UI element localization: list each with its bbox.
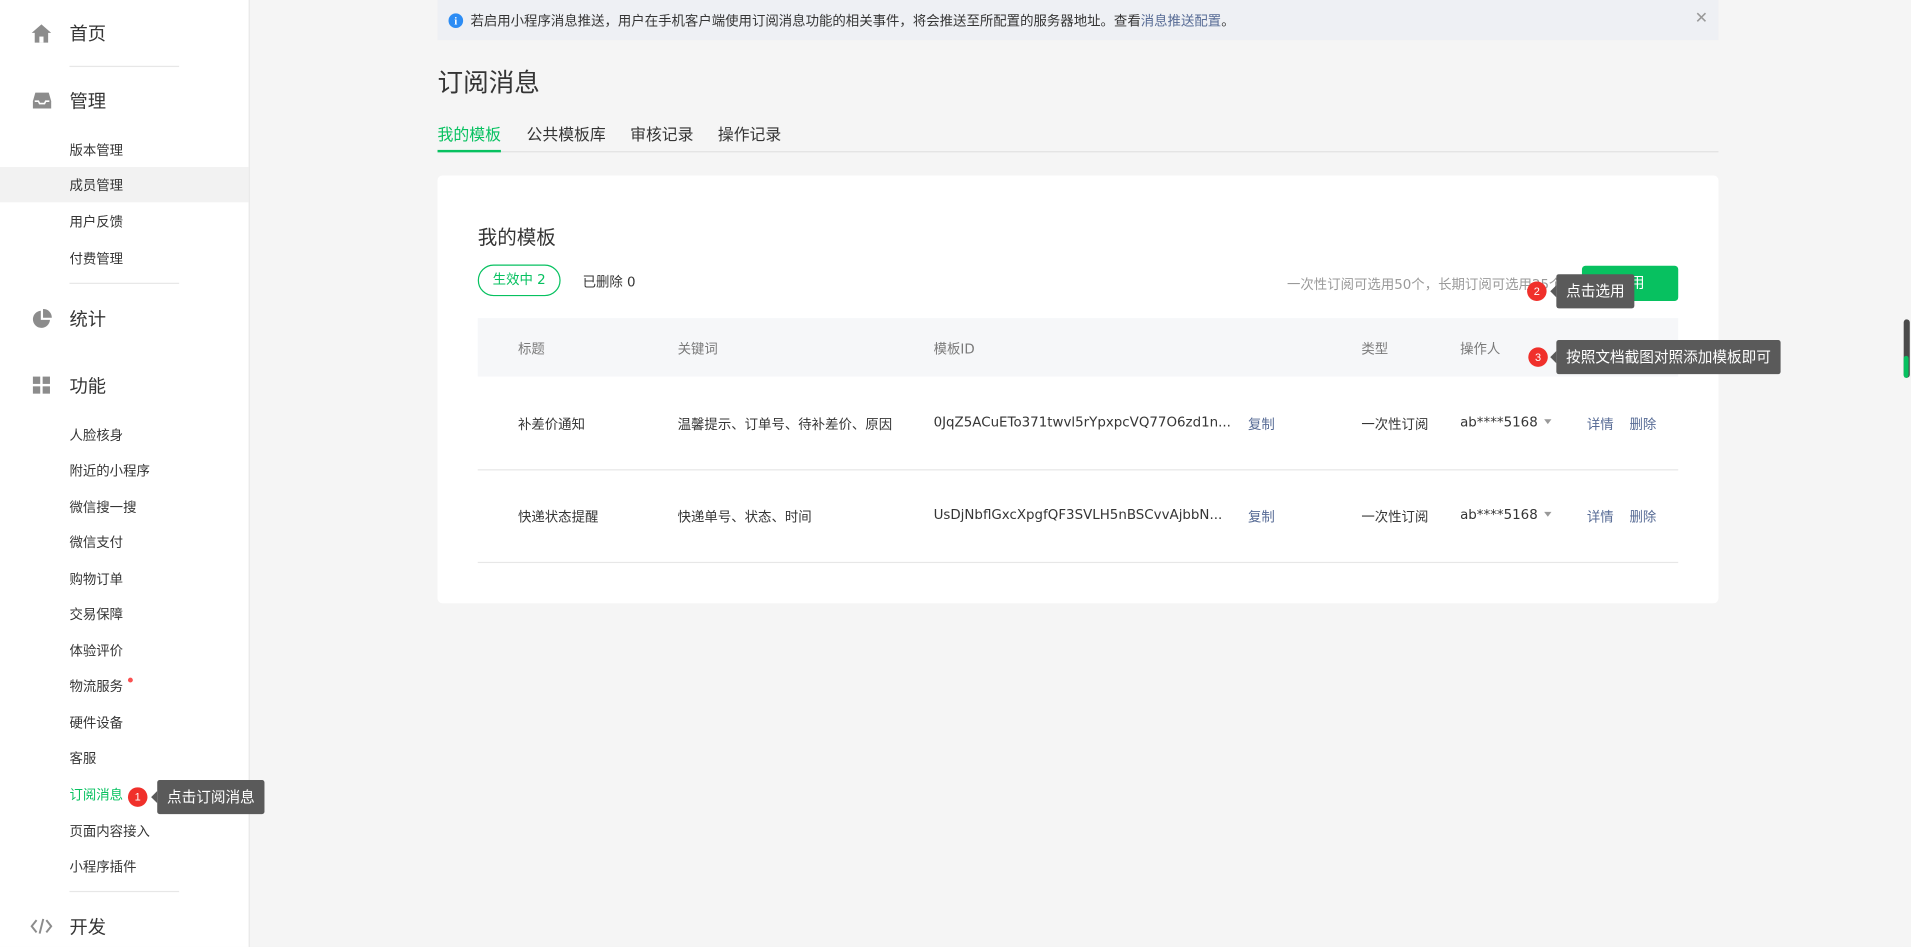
tab-public-library[interactable]: 公共模板库: [527, 122, 606, 152]
operator-name: ab****5168: [1460, 507, 1538, 523]
divider: [69, 65, 180, 68]
page-title: 订阅消息: [437, 68, 540, 98]
quota-text: 一次性订阅可选用50个，长期订阅可选用25个: [1287, 276, 1563, 293]
sidebar-item-pay[interactable]: 微信支付: [0, 524, 249, 559]
column-header: 操作人: [1460, 341, 1501, 358]
pie-chart-icon: [30, 307, 52, 329]
callout-tooltip-1: 点击订阅消息: [151, 780, 265, 815]
delete-link[interactable]: 删除: [1629, 414, 1656, 434]
cell-type: 一次性订阅: [1361, 509, 1429, 526]
sidebar-item-trade-guarantee[interactable]: 交易保障: [0, 596, 249, 631]
sidebar-item-experience-review[interactable]: 体验评价: [0, 633, 249, 668]
cell-title: 补差价通知: [517, 416, 585, 433]
tooltip-arrow: [151, 790, 158, 804]
sidebar-item-nearby[interactable]: 附近的小程序: [0, 452, 249, 487]
nav-group-label: 统计: [69, 307, 107, 330]
callout-number-2: 2: [1527, 281, 1547, 302]
nav-group-manage[interactable]: 管理: [0, 82, 250, 119]
callout-number-1: 1: [127, 787, 148, 807]
cell-title: 快递状态提醒: [517, 509, 599, 526]
copy-link[interactable]: 复制: [1248, 507, 1275, 527]
sidebar-item-page-content[interactable]: 页面内容接入: [0, 813, 249, 848]
scrollbar-track[interactable]: [1902, 0, 1911, 947]
nav-group-label: 管理: [69, 89, 107, 112]
card-title: 我的模板: [477, 225, 556, 249]
sidebar-item-billing[interactable]: 付费管理: [0, 240, 249, 275]
detail-link[interactable]: 详情: [1587, 507, 1614, 527]
notice-text: 若启用小程序消息推送，用户在手机客户端使用订阅消息功能的相关事件，将会推送至所配…: [470, 12, 1141, 29]
notice-end: 。: [1221, 12, 1235, 29]
notice-bar: i 若启用小程序消息推送，用户在手机客户端使用订阅消息功能的相关事件，将会推送至…: [437, 0, 1719, 41]
nav-group-stats[interactable]: 统计: [0, 300, 250, 337]
sidebar-item-customer-service[interactable]: 客服: [0, 740, 249, 775]
caret-down-icon: [1543, 511, 1552, 517]
tab-operation-records[interactable]: 操作记录: [718, 122, 781, 152]
new-dot-icon: [127, 677, 133, 682]
templates-card: 我的模板 生效中 2 已删除 0 一次性订阅可选用50个，长期订阅可选用25个 …: [437, 175, 1719, 604]
filter-deleted[interactable]: 已删除 0: [583, 272, 636, 292]
table-row: 快递状态提醒 快递单号、状态、时间 UsDjNbflGxcXpgfQF3SVLH…: [477, 470, 1679, 564]
sidebar-item-feedback[interactable]: 用户反馈: [0, 204, 249, 239]
nav-group-label: 功能: [69, 374, 107, 397]
sidebar-item-hardware[interactable]: 硬件设备: [0, 704, 249, 739]
inbox-icon: [30, 89, 52, 111]
tooltip-arrow: [1550, 285, 1557, 298]
sidebar-item-search[interactable]: 微信搜一搜: [0, 489, 249, 524]
nav-group-dev[interactable]: 开发: [0, 908, 250, 945]
nav-group-label: 首页: [69, 22, 107, 45]
cell-template-id: UsDjNbflGxcXpgfQF3SVLH5nBSCvvAjbbN...: [933, 507, 1223, 523]
sidebar-item-orders[interactable]: 购物订单: [0, 561, 249, 596]
tab-review-records[interactable]: 审核记录: [630, 122, 693, 152]
column-header: 类型: [1361, 341, 1389, 358]
app-window: 首页 管理 版本管理 成员管理 用户反馈 付费管理 统计 功能 人脸核身 附近的…: [0, 0, 1911, 947]
cell-type: 一次性订阅: [1361, 416, 1429, 433]
nav-group-label: 开发: [69, 915, 107, 938]
operator-name: ab****5168: [1460, 414, 1538, 431]
callout-tooltip-2: 点击选用: [1550, 274, 1635, 309]
callout-text: 按照文档截图对照添加模板即可: [1566, 348, 1771, 366]
cell-keywords: 快递单号、状态、时间: [677, 509, 812, 526]
code-icon: [30, 915, 53, 937]
sidebar-item-members[interactable]: 成员管理: [0, 166, 249, 203]
nav-group-features[interactable]: 功能: [0, 367, 250, 404]
callout-text: 点击选用: [1566, 282, 1625, 300]
sidebar-item-plugins[interactable]: 小程序插件: [0, 848, 249, 883]
callout-number-3: 3: [1528, 347, 1548, 367]
sidebar-item-version[interactable]: 版本管理: [0, 132, 249, 167]
cell-keywords: 温馨提示、订单号、待补差价、原因: [677, 416, 893, 433]
grid-icon: [30, 374, 52, 396]
table-header: 标题 关键词 模板ID 类型 操作人 操作: [477, 318, 1679, 377]
close-icon[interactable]: ✕: [1693, 10, 1710, 28]
column-header: 标题: [517, 341, 545, 358]
column-header: 模板ID: [933, 341, 975, 358]
tab-my-templates[interactable]: 我的模板: [437, 122, 501, 153]
tooltip-arrow: [1550, 351, 1557, 364]
nav-group-home[interactable]: 首页: [0, 15, 250, 52]
sidebar-item-logistics[interactable]: 物流服务: [0, 668, 249, 703]
delete-link[interactable]: 删除: [1629, 507, 1656, 527]
caret-down-icon: [1543, 419, 1552, 425]
home-icon: [30, 22, 52, 44]
cell-template-id: 0JqZ5ACuETo371twvl5rYpxpcVQ77O6zd1n...: [933, 414, 1231, 431]
copy-link[interactable]: 复制: [1248, 414, 1275, 434]
message-push-config-link[interactable]: 消息推送配置: [1141, 10, 1221, 30]
filter-active-pill[interactable]: 生效中 2: [477, 264, 561, 297]
divider: [69, 890, 180, 893]
detail-link[interactable]: 详情: [1587, 414, 1614, 434]
sidebar-item-label: 物流服务: [69, 678, 124, 695]
info-icon: i: [448, 12, 464, 28]
sidebar-item-face-verify[interactable]: 人脸核身: [0, 417, 249, 452]
cell-operator[interactable]: ab****5168: [1460, 507, 1552, 523]
cell-operator[interactable]: ab****5168: [1460, 414, 1552, 431]
divider: [69, 282, 180, 284]
column-header: 关键词: [677, 341, 718, 358]
callout-text: 点击订阅消息: [166, 788, 255, 806]
scroll-indicator: [1903, 355, 1909, 378]
table-row: 补差价通知 温馨提示、订单号、待补差价、原因 0JqZ5ACuETo371twv…: [477, 378, 1679, 471]
callout-tooltip-3: 按照文档截图对照添加模板即可: [1550, 340, 1781, 375]
tab-bar: 我的模板 公共模板库 审核记录 操作记录: [437, 122, 1719, 153]
